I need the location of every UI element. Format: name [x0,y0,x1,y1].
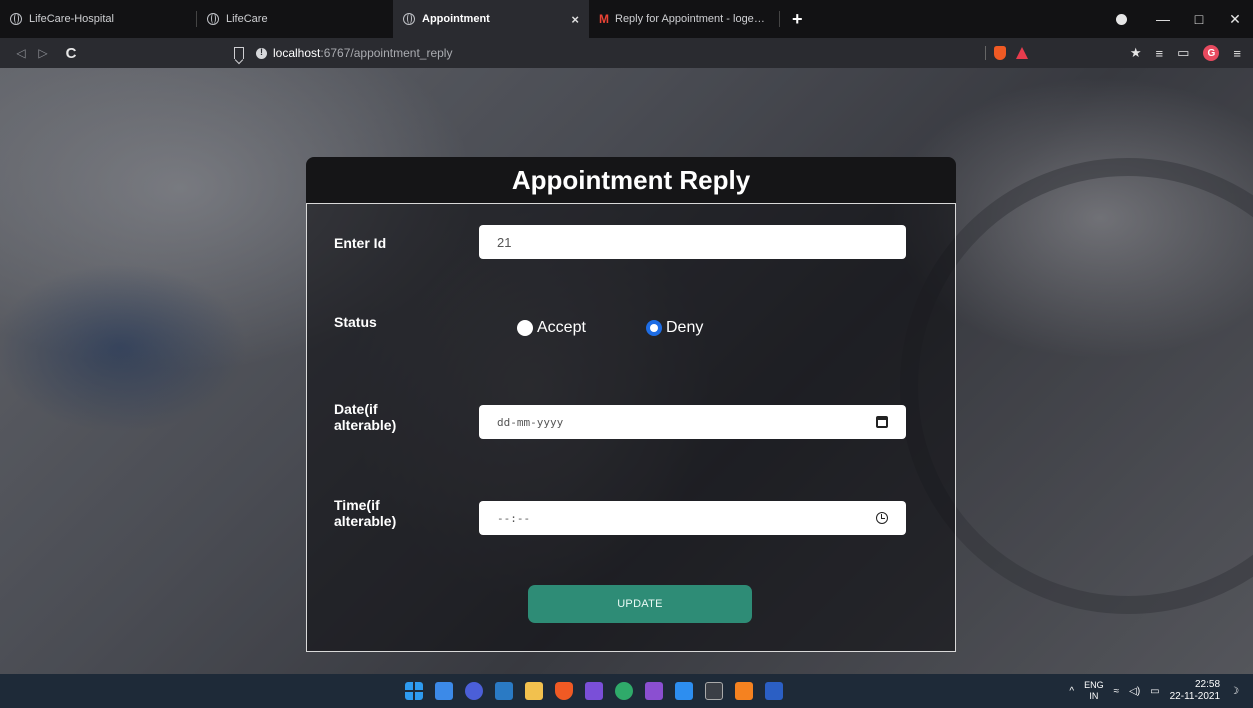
id-input[interactable] [497,234,888,250]
wallet-icon[interactable]: ▭ [1177,45,1189,61]
tray-caret-icon[interactable]: ^ [1069,686,1074,697]
windows-start-icon[interactable] [405,682,423,700]
radio-accept-label: Accept [537,319,586,336]
new-tab-button[interactable]: + [780,0,815,38]
close-window-button[interactable]: ✕ [1217,11,1253,28]
radio-deny-circle[interactable] [646,320,662,336]
remote-desktop-icon[interactable] [495,682,513,700]
radio-accept-circle[interactable] [517,320,533,336]
gmail-icon: M [599,12,609,26]
radio-deny-label: Deny [666,319,704,336]
clock[interactable]: 22:58 22-11-2021 [1170,679,1220,703]
brave-shield-icon[interactable] [994,46,1006,60]
intellij-icon[interactable] [585,682,603,700]
date-label: Date(if alterable) [334,401,396,433]
id-field[interactable] [479,225,906,259]
clock-icon[interactable] [876,512,888,524]
browser-tab-strip: LifeCare-Hospital LifeCare Appointment ×… [0,0,1253,38]
visual-studio-icon[interactable] [645,682,663,700]
profile-icon[interactable] [1116,13,1127,25]
time-label-line1: Time(if [334,497,380,513]
browser-toolbar: ◁ ▷ C localhost:6767/appointment_reply ★… [0,38,1253,68]
tab-reply-for-appointment[interactable]: M Reply for Appointment - logeshavana [589,0,779,38]
date-field[interactable]: dd-mm-yyyy [479,405,906,439]
window-controls: — □ ✕ [1116,0,1253,38]
tab-appointment[interactable]: Appointment × [393,0,589,38]
playlist-icon[interactable]: ≡ [1156,46,1164,61]
brave-icons [985,38,1028,68]
toolbar-separator [985,46,986,60]
globe-icon [403,13,415,25]
update-button[interactable]: UPDATE [528,585,752,623]
reload-button[interactable]: C [60,45,82,62]
url-path: :6767/appointment_reply [320,46,453,60]
word-icon[interactable] [765,682,783,700]
appointment-reply-form: Enter Id Status Accept Deny Date(if alte… [306,203,956,652]
xampp-icon[interactable] [735,682,753,700]
task-view-icon[interactable] [435,682,453,700]
wifi-icon[interactable]: ≈ [1114,686,1120,697]
file-explorer-icon[interactable] [525,682,543,700]
extension-badge-icon[interactable]: G [1203,45,1220,61]
close-tab-icon[interactable]: × [571,12,579,27]
brave-browser-icon[interactable] [555,682,573,700]
tab-title: Reply for Appointment - logeshavana [615,13,769,25]
bookmark-icon[interactable] [234,47,244,59]
toolbar-right-tools: ★ ≡ ▭ G ≡ [1130,38,1241,68]
language-code: ENG [1084,680,1104,690]
brave-rewards-icon[interactable] [1016,47,1028,59]
url-host: localhost [273,46,321,60]
site-info-icon[interactable] [256,47,267,59]
time-placeholder: --:-- [497,511,531,525]
notification-icon[interactable]: ☽ [1230,686,1239,697]
address-bar[interactable]: localhost:6767/appointment_reply [256,42,1036,64]
green-app-icon[interactable] [615,682,633,700]
forward-button[interactable]: ▷ [32,46,54,60]
page-title: Appointment Reply [511,164,751,195]
globe-icon [10,13,22,25]
vscode-icon[interactable] [675,682,693,700]
calendar-icon[interactable] [876,416,888,428]
terminal-icon[interactable] [705,682,723,700]
page-background: Appointment Reply Enter Id Status Accept… [0,68,1253,674]
status-label: Status [334,314,377,330]
form-header: Appointment Reply [306,157,956,203]
taskbar-apps [405,674,783,708]
date-label-line2: alterable) [334,417,397,433]
time-field[interactable]: --:-- [479,501,906,535]
windows-taskbar: ^ ENG IN ≈ ◁) ▭ 22:58 22-11-2021 ☽ [0,674,1253,708]
extensions-icon[interactable]: ★ [1130,45,1142,61]
system-tray: ^ ENG IN ≈ ◁) ▭ 22:58 22-11-2021 ☽ [1069,674,1239,708]
region-code: IN [1089,691,1099,701]
globe-icon [207,13,219,25]
time-label: Time(if alterable) [334,497,396,529]
maximize-button[interactable]: □ [1181,11,1217,27]
volume-icon[interactable]: ◁) [1129,686,1140,697]
tab-title: Appointment [422,13,490,25]
radio-accept[interactable]: Accept [517,319,586,337]
minimize-button[interactable]: — [1145,11,1181,27]
date-placeholder: dd-mm-yyyy [497,415,564,429]
time-label-line2: alterable) [334,513,397,529]
teams-chat-icon[interactable] [465,682,483,700]
battery-icon[interactable]: ▭ [1150,686,1159,697]
tab-lifecare-hospital[interactable]: LifeCare-Hospital [0,0,196,38]
menu-icon[interactable]: ≡ [1233,46,1241,61]
language-indicator[interactable]: ENG IN [1084,680,1104,702]
tab-title: LifeCare [226,13,268,25]
date-label-line1: Date(if [334,401,378,417]
tab-lifecare[interactable]: LifeCare [197,0,393,38]
back-button[interactable]: ◁ [10,46,32,60]
clock-date: 22-11-2021 [1169,691,1221,702]
id-label: Enter Id [334,235,387,251]
radio-deny[interactable]: Deny [646,319,703,337]
tab-title: LifeCare-Hospital [29,13,114,25]
clock-time: 22:58 [1195,679,1221,690]
